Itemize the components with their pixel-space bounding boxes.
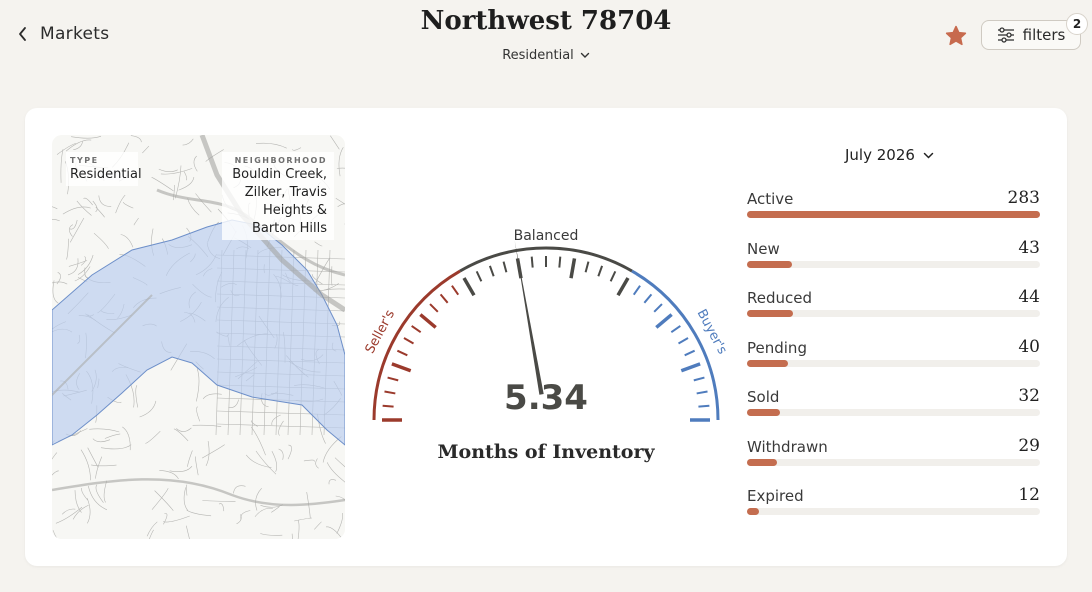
map-neighborhood-line: Zilker, Travis bbox=[244, 185, 327, 200]
gauge-tick bbox=[451, 285, 460, 296]
neighborhood-map[interactable]: TYPE Residential NEIGHBORHOOD Bouldin Cr… bbox=[52, 135, 345, 539]
months-of-inventory-value: 5.34 bbox=[504, 378, 588, 418]
gauge-tick bbox=[684, 349, 696, 357]
stat-bar-fill bbox=[747, 261, 792, 268]
stat-label: New bbox=[747, 240, 780, 258]
gauge-tick bbox=[616, 277, 630, 297]
stat-label: Reduced bbox=[747, 289, 813, 307]
gauge-tick bbox=[680, 362, 701, 373]
stat-value: 283 bbox=[1007, 188, 1040, 208]
gauge-tick bbox=[530, 256, 534, 268]
gauge-tick bbox=[558, 256, 562, 268]
map-type-heading: TYPE bbox=[70, 156, 99, 165]
stat-bar-fill bbox=[747, 310, 793, 317]
gauge-tick bbox=[670, 325, 681, 334]
property-type-dropdown[interactable]: Residential bbox=[502, 48, 590, 63]
balanced-label: Balanced bbox=[514, 228, 579, 244]
gauge-title: Months of Inventory bbox=[437, 441, 655, 463]
stat-bar-track bbox=[747, 508, 1040, 515]
gauge-tick bbox=[439, 293, 449, 304]
map-neighborhood-heading: NEIGHBORHOOD bbox=[234, 156, 327, 165]
gauge-needle bbox=[514, 240, 544, 395]
gauge-tick bbox=[632, 285, 641, 296]
stat-bar-track bbox=[747, 459, 1040, 466]
stat-label: Active bbox=[747, 190, 794, 208]
stat-bar-track bbox=[747, 310, 1040, 317]
gauge-tick bbox=[584, 261, 590, 273]
stat-row-active: Active 283 bbox=[747, 188, 1040, 230]
gauge-tick bbox=[475, 270, 483, 282]
gauge-tick bbox=[391, 362, 412, 373]
gauge-tick bbox=[429, 303, 439, 313]
gauge-tick bbox=[419, 313, 437, 329]
stat-bar-fill bbox=[747, 211, 1040, 218]
stat-label: Expired bbox=[747, 487, 804, 505]
stat-bar-track bbox=[747, 360, 1040, 367]
star-icon bbox=[945, 25, 967, 46]
stat-value: 40 bbox=[1018, 337, 1040, 357]
month-label: July 2026 bbox=[845, 146, 915, 164]
gauge-tick bbox=[502, 261, 508, 273]
buyers-label: Buyer's bbox=[694, 307, 730, 357]
favorite-star-button[interactable] bbox=[943, 24, 969, 52]
stat-label: Pending bbox=[747, 339, 807, 357]
stat-value: 44 bbox=[1018, 287, 1040, 307]
map-neighborhood-list: Bouldin Creek, Zilker, Travis Heights & … bbox=[232, 166, 327, 238]
stat-bar-track bbox=[747, 261, 1040, 268]
stat-row-withdrawn: Withdrawn 29 bbox=[747, 436, 1040, 478]
filters-count-badge: 2 bbox=[1066, 13, 1088, 35]
gauge-tick bbox=[609, 270, 617, 282]
stat-bar-fill bbox=[747, 508, 760, 515]
sellers-label: Seller's bbox=[363, 307, 398, 356]
chevron-down-icon bbox=[923, 152, 934, 159]
property-type-label: Residential bbox=[502, 48, 574, 63]
stat-label: Sold bbox=[747, 388, 780, 406]
month-dropdown[interactable]: July 2026 bbox=[845, 146, 934, 164]
stat-bar-fill bbox=[747, 409, 781, 416]
map-type-value: Residential bbox=[70, 167, 142, 182]
stat-label: Withdrawn bbox=[747, 438, 828, 456]
gauge-tick bbox=[643, 293, 653, 304]
sliders-icon bbox=[997, 27, 1014, 43]
gauge-tick bbox=[653, 303, 663, 313]
gauge-tick bbox=[488, 265, 495, 277]
stat-bar-fill bbox=[747, 459, 778, 466]
gauge-tick bbox=[597, 265, 604, 277]
stat-value: 29 bbox=[1018, 436, 1040, 456]
property-type-dropdown-wrap: Residential bbox=[0, 48, 1092, 63]
page-header: Markets Northwest 78704 Residential filt… bbox=[0, 0, 1092, 80]
gauge-tick bbox=[403, 337, 414, 345]
chevron-down-icon bbox=[580, 52, 589, 58]
stat-row-sold: Sold 32 bbox=[747, 386, 1040, 428]
stat-bar-fill bbox=[747, 360, 789, 367]
gauge-tick bbox=[462, 277, 476, 297]
stat-row-pending: Pending 40 bbox=[747, 337, 1040, 379]
stat-bar-track bbox=[747, 211, 1040, 218]
map-neighborhood-line: Barton Hills bbox=[251, 221, 327, 236]
gauge-tick bbox=[411, 325, 422, 334]
gauge-tick bbox=[396, 349, 408, 357]
gauge-tick bbox=[569, 258, 577, 279]
map-neighborhood-line: Bouldin Creek, bbox=[232, 167, 327, 182]
stat-value: 12 bbox=[1018, 485, 1040, 505]
filters-label: filters bbox=[1022, 26, 1066, 44]
page-title: Northwest 78704 bbox=[420, 6, 672, 36]
stat-bar-track bbox=[747, 409, 1040, 416]
stat-row-expired: Expired 12 bbox=[747, 485, 1040, 527]
gauge-tick bbox=[678, 337, 689, 345]
stat-row-new: New 43 bbox=[747, 238, 1040, 280]
stat-row-reduced: Reduced 44 bbox=[747, 287, 1040, 329]
gauge-tick bbox=[655, 313, 673, 329]
stat-value: 43 bbox=[1018, 238, 1040, 258]
stat-value: 32 bbox=[1018, 386, 1040, 406]
map-neighborhood-line: Heights & bbox=[262, 203, 327, 218]
